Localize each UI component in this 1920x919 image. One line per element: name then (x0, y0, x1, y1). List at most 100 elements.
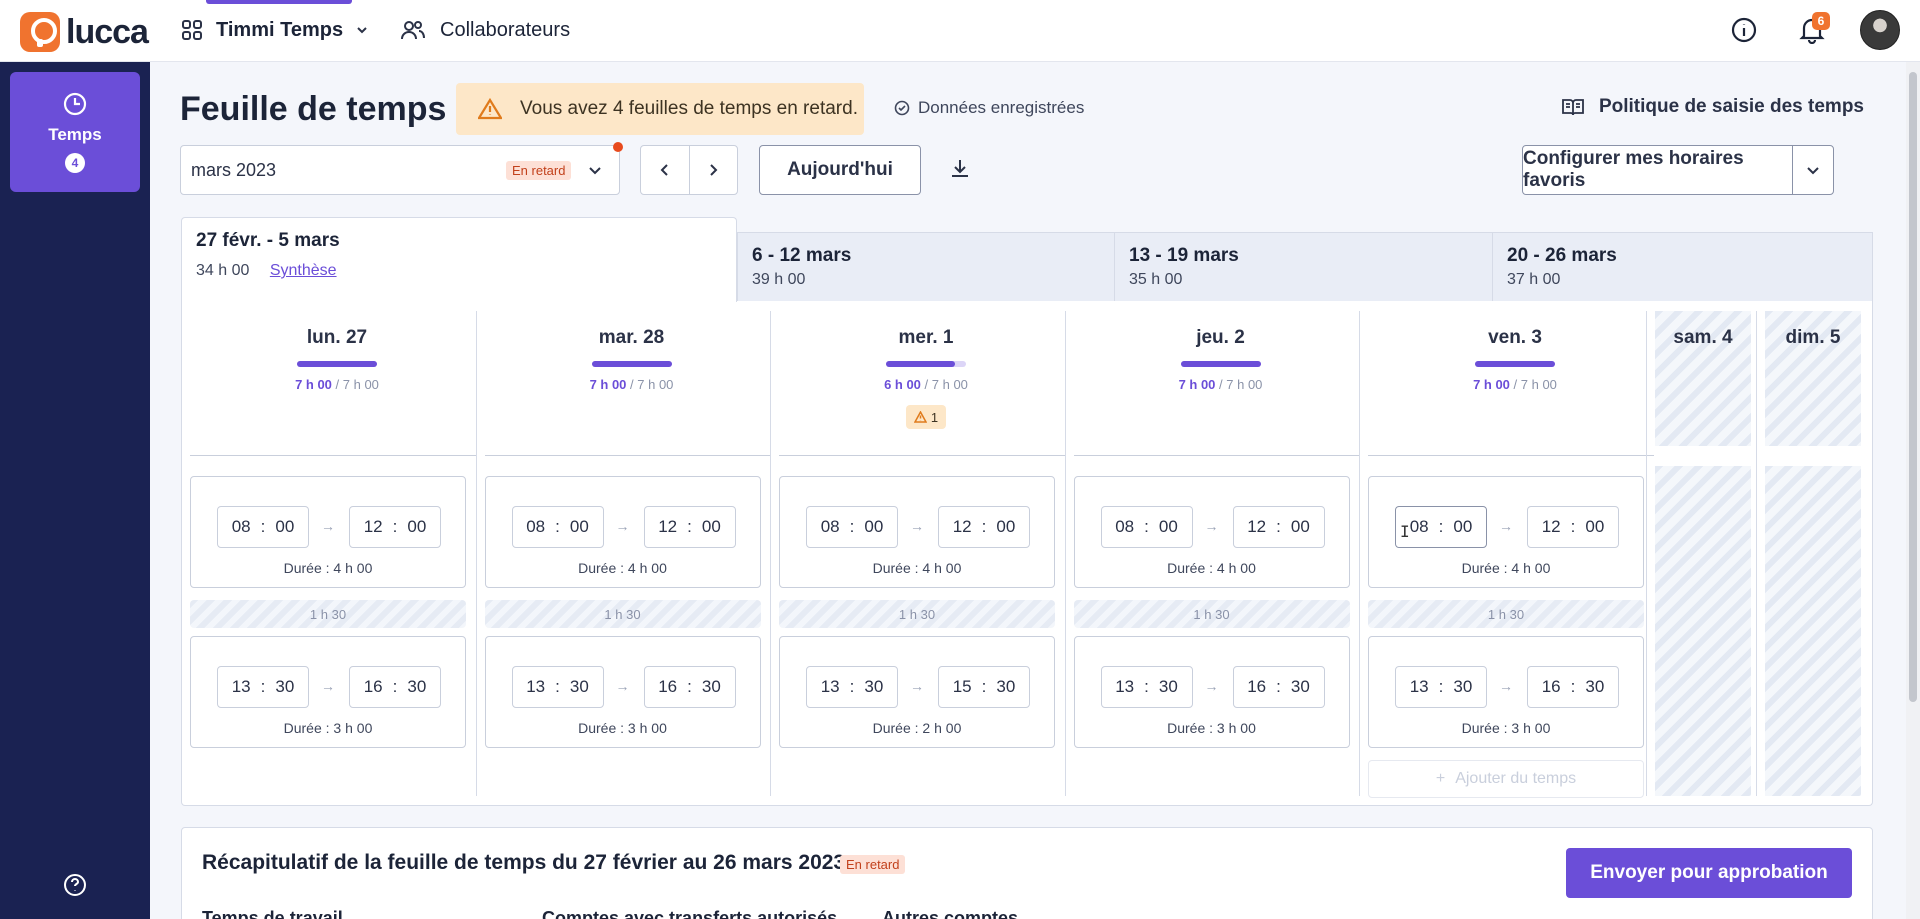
morning-time-slot: 08:00 → 12:00 Durée : 4 h 00 (190, 476, 466, 588)
day-hours: 6 h 00 / 7 h 00 (779, 377, 1073, 392)
end-hour: 16 (1541, 677, 1561, 696)
saved-status: Données enregistrées (894, 98, 1084, 118)
favorite-schedules-button[interactable]: Configurer mes horaires favoris (1523, 146, 1793, 194)
end-time-input[interactable]: 12:00 (643, 506, 736, 548)
week-tab-4[interactable]: 20 - 26 mars 37 h 00 (1492, 232, 1873, 302)
start-hour: 13 (526, 677, 546, 696)
morning-time-slot: 08:00 → 12:00 Durée : 4 h 00 (779, 476, 1055, 588)
end-hour: 16 (1247, 677, 1267, 696)
week-tabs: 27 févr. - 5 mars 34 h 00 Synthèse 6 - 1… (181, 217, 1873, 302)
end-minute: 00 (996, 517, 1016, 536)
time-colon: : (687, 677, 692, 696)
arrow-right-icon: → (1204, 678, 1219, 694)
favorite-schedules-dropdown[interactable] (1793, 146, 1833, 194)
info-button[interactable] (1724, 10, 1764, 50)
start-time-input[interactable]: 13:30 (1395, 666, 1487, 708)
afternoon-time-slot: 13:30 → 15:30 Durée : 2 h 00 (779, 636, 1055, 748)
week-tab-total: 35 h 00 (1129, 271, 1183, 288)
download-button[interactable] (948, 157, 972, 186)
nav-collaborateurs[interactable]: Collaborateurs (400, 18, 570, 42)
time-colon: : (1438, 677, 1444, 696)
day-header: ven. 3 (1488, 327, 1542, 348)
time-colon: : (1144, 677, 1149, 696)
start-time-input[interactable]: 08:00 (511, 506, 604, 548)
warning-icon (478, 98, 502, 120)
warning-count: 1 (930, 409, 939, 425)
summary-title: Récapitulatif de la feuille de temps du … (202, 851, 846, 874)
start-minute: 30 (275, 677, 295, 696)
day-divider (190, 455, 476, 456)
start-time-input[interactable]: 08:00 (1100, 506, 1193, 548)
time-colon: : (1438, 517, 1444, 536)
slot-duration: Durée : 4 h 00 (872, 560, 962, 576)
end-minute: 30 (1585, 677, 1605, 696)
end-time-input[interactable]: 12:00 (1527, 506, 1619, 548)
page-scrollbar[interactable] (1906, 62, 1920, 919)
start-time-input[interactable]: 08:00 (806, 506, 898, 548)
arrow-right-icon: → (1499, 678, 1513, 694)
warning-icon (913, 411, 927, 423)
timesheet-grid: lun. 27 7 h 00 / 7 h 00 08:00 → 12:00 Durée :… (181, 301, 1873, 806)
policy-label: Politique de saisie des temps (1598, 96, 1864, 117)
day-hours-done: 7 h 00 (295, 377, 332, 392)
notifications-button[interactable]: 6 (1792, 10, 1832, 50)
end-time-input[interactable]: 12:00 (1232, 506, 1325, 548)
next-month-button[interactable] (690, 146, 738, 194)
day-column: ven. 37 h 00 / 7 h 00 08:00 → 12:00 Durée : … (1368, 311, 1662, 798)
day-divider (779, 455, 1065, 456)
summary-col-work-time: Temps de travail (202, 908, 343, 919)
week-tab-3[interactable]: 13 - 19 mars 35 h 00 (1114, 232, 1493, 302)
time-colon: : (687, 517, 692, 536)
day-divider (484, 455, 771, 456)
month-status-badge: En retard (506, 161, 572, 180)
send-for-approval-button[interactable]: Envoyer pour approbation (1566, 848, 1852, 898)
month-select[interactable]: mars 2023 En retard (180, 145, 620, 195)
end-time-input[interactable]: 16:30 (349, 666, 441, 708)
start-time-input[interactable]: 13:30 (1100, 666, 1193, 708)
end-time-input[interactable]: 12:00 (349, 506, 441, 548)
previous-month-button[interactable] (641, 146, 690, 194)
day-progress-fill (591, 361, 672, 367)
end-minute: 30 (996, 677, 1016, 696)
day-header: lun. 27 (306, 327, 368, 348)
start-time-input[interactable]: 13:30 (806, 666, 898, 708)
day-separator (1064, 311, 1066, 796)
scrollbar-thumb[interactable] (1909, 72, 1917, 702)
chevron-down-icon (1807, 167, 1819, 175)
help-button[interactable] (62, 872, 88, 903)
start-time-input[interactable]: 13:30 (217, 666, 309, 708)
end-time-input[interactable]: 16:30 (1232, 666, 1325, 708)
sidebar-item-temps[interactable]: Temps 4 (10, 72, 140, 192)
end-time-input[interactable]: 16:30 (1527, 666, 1619, 708)
logo-mark-icon (20, 12, 60, 52)
slot-duration: Durée : 3 h 00 (578, 720, 667, 736)
summary-status-badge: En retard (840, 855, 906, 874)
today-button[interactable]: Aujourd'hui (759, 145, 921, 195)
end-time-input[interactable]: 16:30 (643, 666, 736, 708)
week-tab-2[interactable]: 6 - 12 mars 39 h 00 (737, 232, 1115, 302)
start-time-input[interactable]: 13:30 (511, 666, 604, 708)
chevron-right-icon (710, 164, 718, 176)
slot-duration: Durée : 3 h 00 (1167, 720, 1256, 736)
day-warning-chip[interactable]: 1 (906, 405, 946, 429)
day-progress-fill (297, 361, 377, 367)
week-tab-1[interactable]: 27 févr. - 5 mars 34 h 00 Synthèse (181, 217, 737, 302)
lucca-logo[interactable]: lucca (20, 12, 149, 52)
week-tab-title: 20 - 26 mars (1507, 245, 1617, 266)
weekend-day-column: sam. 4 (1655, 311, 1751, 796)
end-time-input[interactable]: 15:30 (938, 666, 1030, 708)
policy-link[interactable]: Politique de saisie des temps (1561, 96, 1864, 118)
sidebar-item-label: Temps (48, 125, 102, 144)
start-minute: 00 (864, 517, 884, 536)
synthese-link[interactable]: Synthèse (270, 262, 337, 279)
start-time-input[interactable]: 08:00 (217, 506, 309, 548)
add-time-button[interactable]: + Ajouter du temps (1368, 760, 1644, 798)
app-switcher[interactable]: Timmi Temps (180, 18, 369, 42)
users-icon (401, 21, 425, 40)
month-pager (640, 145, 738, 195)
morning-time-slot: 08:00 → 12:00 Durée : 4 h 00 (484, 476, 761, 588)
end-time-input[interactable]: 12:00 (938, 506, 1030, 548)
late-timesheets-alert: Vous avez 4 feuilles de temps en retard. (456, 83, 864, 135)
break-duration: 1 h 30 (484, 600, 761, 628)
user-avatar[interactable] (1860, 10, 1900, 50)
